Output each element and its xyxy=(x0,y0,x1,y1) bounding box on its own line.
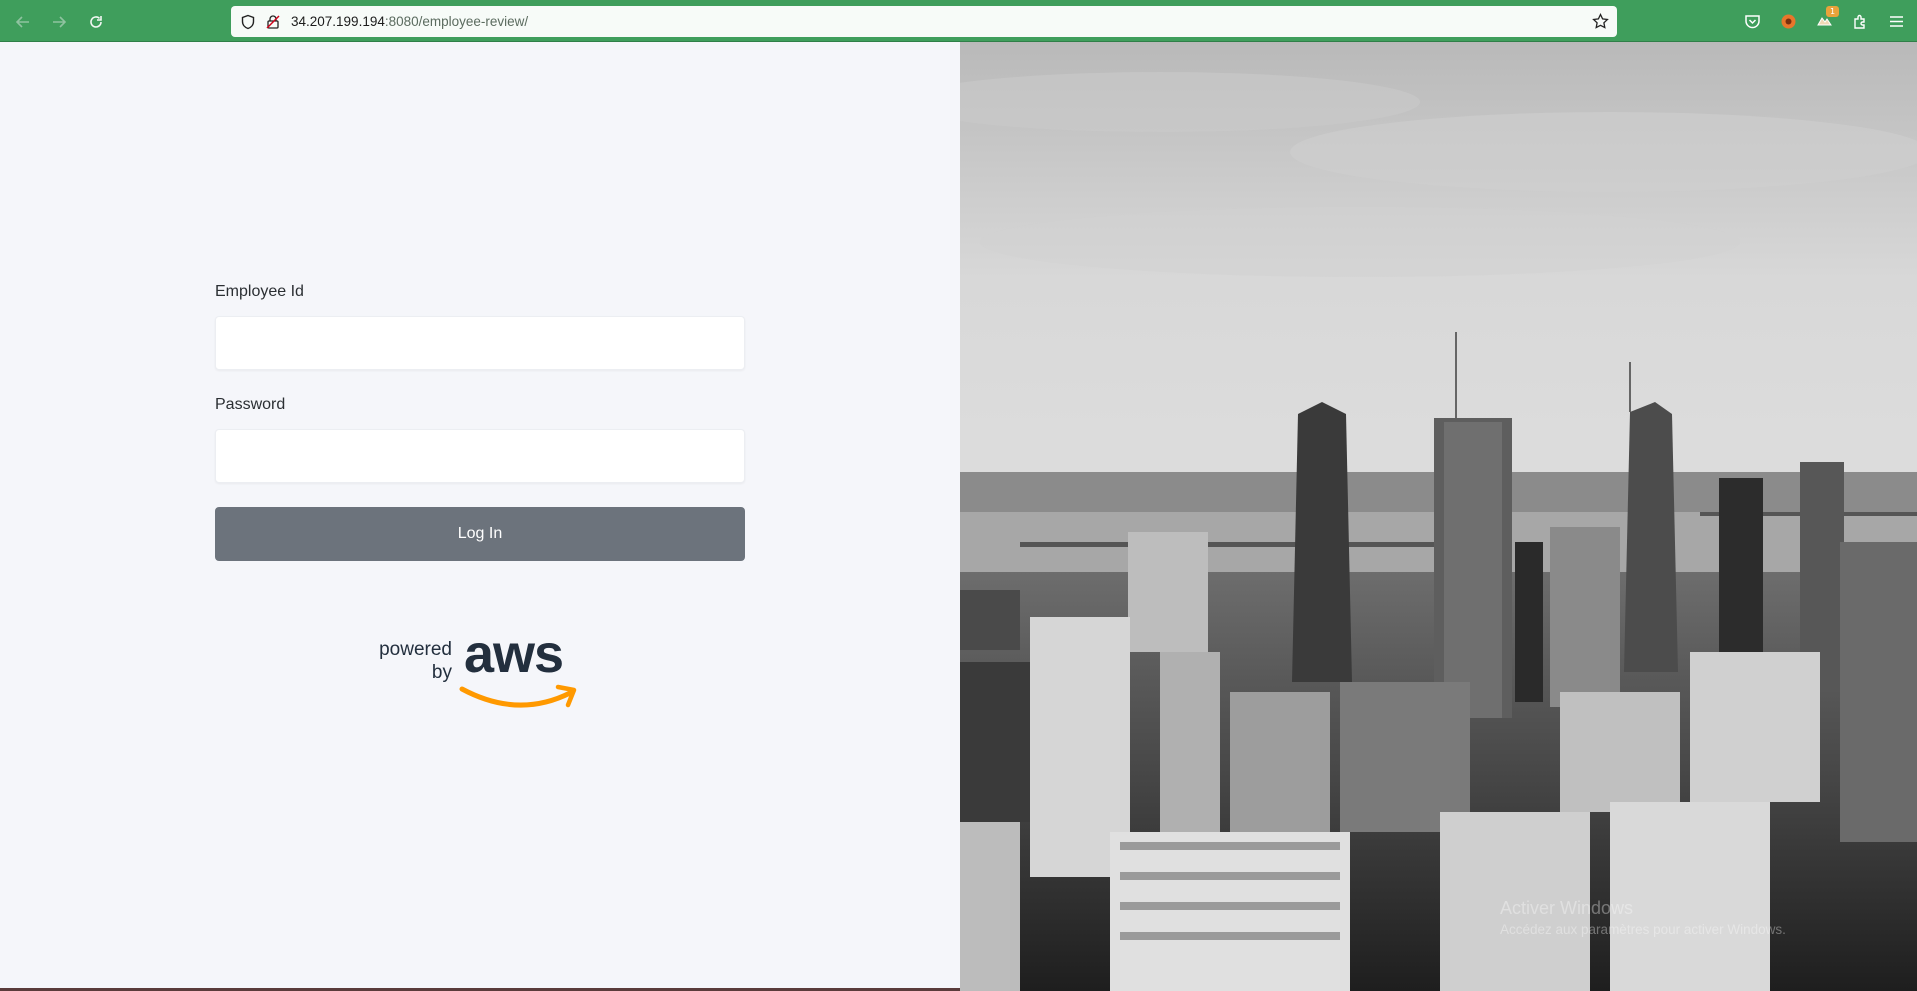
city-skyline-image xyxy=(960,42,1917,991)
browser-toolbar: 34.207.199.194:8080/employee-review/ 1 xyxy=(0,0,1917,42)
powered-by-aws-logo: powered by aws xyxy=(378,624,588,711)
shield-icon[interactable] xyxy=(240,14,256,30)
insecure-lock-icon[interactable] xyxy=(265,14,281,30)
bookmark-star-icon[interactable] xyxy=(1592,12,1609,30)
extension-orange-button[interactable] xyxy=(1777,10,1799,32)
password-label: Password xyxy=(215,396,286,413)
aws-smile-icon xyxy=(459,684,577,708)
aws-wordmark: aws xyxy=(464,624,564,684)
forward-icon xyxy=(53,16,67,28)
login-button[interactable]: Log In xyxy=(215,507,745,561)
extensions-button[interactable] xyxy=(1849,10,1871,32)
pocket-button[interactable] xyxy=(1741,10,1763,32)
reload-icon xyxy=(90,16,102,28)
extension-badge-count: 1 xyxy=(1826,6,1839,17)
employee-id-label: Employee Id xyxy=(215,283,304,300)
windows-activation-text: Accédez aux paramètres pour activer Wind… xyxy=(1500,922,1786,937)
url-host: 34.207.199.194 xyxy=(291,14,385,29)
extension-badge-button[interactable]: 1 xyxy=(1813,6,1839,32)
extension-orange-icon xyxy=(1781,14,1795,28)
menu-icon xyxy=(1889,15,1903,27)
url-path: :8080/employee-review/ xyxy=(384,14,529,29)
forward-button[interactable] xyxy=(46,9,72,35)
reload-button[interactable] xyxy=(83,9,109,35)
skyline-illustration xyxy=(960,42,1917,991)
password-input[interactable] xyxy=(215,429,745,483)
back-icon xyxy=(15,16,29,28)
back-button[interactable] xyxy=(10,9,36,35)
powered-by-line1: powered xyxy=(379,639,452,660)
menu-button[interactable] xyxy=(1885,10,1907,32)
puzzle-icon xyxy=(1853,14,1865,29)
login-form: Employee Id Password Log In xyxy=(215,283,745,561)
powered-by-line2: by xyxy=(431,662,452,683)
pocket-icon xyxy=(1744,14,1760,28)
windows-activation-title: Activer Windows xyxy=(1500,898,1634,918)
address-bar[interactable]: 34.207.199.194:8080/employee-review/ xyxy=(231,6,1617,37)
employee-id-input[interactable] xyxy=(215,316,745,370)
powered-by-text: powered by xyxy=(378,638,452,684)
url-text[interactable]: 34.207.199.194:8080/employee-review/ xyxy=(291,14,528,29)
